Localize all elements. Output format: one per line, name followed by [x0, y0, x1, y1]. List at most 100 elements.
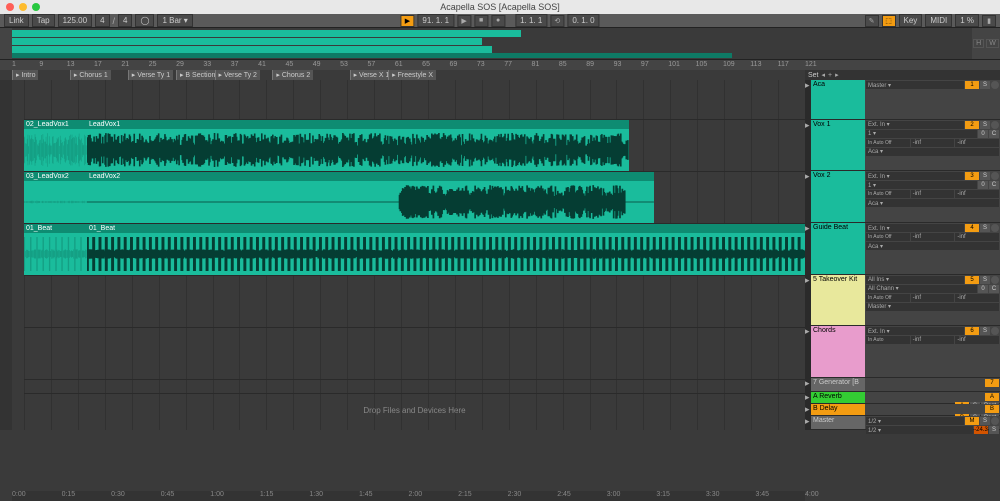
track-header[interactable]: ▸AcaMaster ▾1S [805, 80, 1000, 120]
track-header[interactable]: ▸ChordsExt. In ▾6SIn Auto-inf-inf [805, 326, 1000, 378]
mute-button[interactable]: 0 [978, 285, 988, 293]
track-name[interactable]: Vox 1 [811, 120, 865, 171]
track-header[interactable]: ▸A ReverbAASPost [805, 392, 1000, 404]
solo-button[interactable]: S [980, 172, 990, 180]
locator-marker[interactable]: ▸ Chorus 2 [272, 70, 313, 80]
track-name[interactable]: Vox 2 [811, 171, 865, 222]
track-number[interactable]: 5 [965, 276, 979, 284]
follow-button[interactable]: ▶ [400, 15, 414, 27]
bar-ruler[interactable]: 1913172125293337414549535761656973778185… [0, 60, 1000, 70]
monitor-toggle[interactable]: In Auto Off [866, 190, 910, 198]
arm-button[interactable] [991, 172, 999, 180]
channel-dropdown[interactable]: 1 ▾ [866, 181, 977, 189]
monitor-toggle[interactable]: In Auto Off [866, 294, 910, 302]
draw-mode-button[interactable]: ✎ [865, 15, 879, 27]
routing-dropdown[interactable]: Ext. In ▾ [866, 172, 964, 180]
solo-button[interactable]: S [980, 417, 990, 425]
locator-marker[interactable]: ▸ Freestyle X [388, 70, 436, 80]
locator-marker[interactable]: ▸ B Section [176, 70, 218, 80]
channel-dropdown[interactable]: All Chann ▾ [866, 285, 977, 293]
routing-dropdown[interactable]: Ext. In ▾ [866, 327, 964, 335]
position-field[interactable]: 91. 1. 1 [417, 14, 454, 27]
track-name[interactable]: Aca [811, 80, 865, 119]
locator-marker[interactable]: ▸ Intro [12, 70, 38, 80]
h-tab[interactable]: H [973, 39, 984, 48]
channel-dropdown[interactable]: 1 ▾ [866, 130, 977, 138]
tap-button[interactable]: Tap [32, 14, 55, 27]
track-name[interactable]: Guide Beat [811, 223, 865, 274]
track-name[interactable]: Master [811, 416, 865, 429]
arm-button[interactable] [991, 276, 999, 284]
routing-dropdown[interactable]: Ext. In ▾ [866, 224, 964, 232]
play-button[interactable]: ▶ [457, 15, 471, 27]
track-name[interactable]: B Delay [811, 404, 865, 415]
send-dropdown[interactable]: Master ▾ [866, 303, 999, 311]
locator-marker[interactable]: ▸ Chorus 1 [70, 70, 111, 80]
dropzone[interactable]: Drop Files and Devices Here [24, 400, 805, 420]
locator-marker[interactable]: ▸ Verse Ty 1 [128, 70, 173, 80]
track-header[interactable]: ▸7 Generator [B7 [805, 378, 1000, 392]
overview-toggle[interactable] [0, 28, 12, 59]
routing-dropdown[interactable]: Master ▾ [866, 81, 964, 89]
w-tab[interactable]: W [986, 39, 999, 48]
key-button[interactable]: Key [899, 14, 923, 27]
locator-marker[interactable]: ▸ Verse Ty 2 [215, 70, 260, 80]
monitor-toggle[interactable]: In Auto [866, 336, 910, 344]
minimize-icon[interactable] [19, 3, 27, 11]
close-icon[interactable] [6, 3, 14, 11]
track-name[interactable]: Chords [811, 326, 865, 377]
track-header[interactable]: ▸Vox 1Ext. In ▾2S1 ▾0CIn Auto Off-inf-in… [805, 120, 1000, 172]
track-header[interactable]: ▸Guide BeatExt. In ▾4SIn Auto Off-inf-in… [805, 223, 1000, 275]
stop-button[interactable]: ■ [474, 15, 488, 27]
track-header[interactable]: ▸5 Takeover KitAll Ins ▾5SAll Chann ▾0CI… [805, 275, 1000, 327]
track-name[interactable]: 7 Generator [B [811, 378, 865, 391]
arm-button[interactable] [991, 224, 999, 232]
set-prev-icon[interactable]: ◂ [822, 71, 826, 79]
track-number[interactable]: A [985, 393, 999, 401]
locator-marker[interactable]: ▸ Verse X 1 [350, 70, 393, 80]
record-button[interactable]: ● [491, 15, 505, 27]
loop-length-field[interactable]: 0. 1. 0 [567, 14, 599, 27]
routing-dropdown[interactable]: 1/2 ▾ [866, 417, 964, 425]
bpm-field[interactable]: 125.00 [58, 14, 92, 27]
time-sig-num[interactable]: 4 [95, 14, 109, 27]
solo-button[interactable]: S [980, 224, 990, 232]
routing-dropdown[interactable]: Ext. In ▾ [866, 121, 964, 129]
locator-lane[interactable]: ▸ Intro ▸ Chorus 1 ▸ Verse Ty 1▸ B Section… [0, 70, 1000, 80]
link-button[interactable]: Link [4, 14, 29, 27]
send-dropdown[interactable]: Aca ▾ [866, 242, 999, 250]
midi-button[interactable]: MIDI [925, 14, 952, 27]
solo-button[interactable]: S [980, 276, 990, 284]
time-ruler[interactable]: 0:000:150:300:451:001:151:301:452:002:15… [12, 491, 805, 501]
track-header[interactable]: ▸Master1/2 ▾MS1/2 ▾-24.3S [805, 416, 1000, 430]
overview[interactable]: H W [0, 28, 1000, 60]
monitor-toggle[interactable]: In Auto Off [866, 139, 910, 147]
set-next-icon[interactable]: ▸ [835, 71, 839, 79]
time-sig-den[interactable]: 4 [118, 14, 132, 27]
track-name[interactable]: 5 Takeover Kit [811, 275, 865, 326]
track-header[interactable]: ▸B DelayBBSPost [805, 404, 1000, 416]
solo-button[interactable]: S [980, 81, 990, 89]
automation-button[interactable]: ⬚ [882, 15, 896, 27]
solo-button[interactable]: S [980, 327, 990, 335]
solo-button[interactable]: S [980, 121, 990, 129]
mute-button[interactable]: 0 [978, 130, 988, 138]
track-number[interactable]: B [985, 405, 999, 413]
track-number[interactable]: 6 [965, 327, 979, 335]
track-number[interactable]: 2 [965, 121, 979, 129]
track-number[interactable]: 4 [965, 224, 979, 232]
mute-button[interactable]: 0 [978, 181, 988, 189]
track-header[interactable]: ▸Vox 2Ext. In ▾3S1 ▾0CIn Auto Off-inf-in… [805, 171, 1000, 223]
loop-start-field[interactable]: 1. 1. 1 [515, 14, 547, 27]
track-number[interactable]: 1 [965, 81, 979, 89]
routing-dropdown[interactable]: All Ins ▾ [866, 276, 964, 284]
maximize-icon[interactable] [32, 3, 40, 11]
track-number[interactable]: 3 [965, 172, 979, 180]
track-name[interactable]: A Reverb [811, 392, 865, 403]
set-add-icon[interactable]: + [828, 72, 832, 79]
arm-button[interactable] [991, 327, 999, 335]
monitor-toggle[interactable]: In Auto Off [866, 233, 910, 241]
tracks-area[interactable]: Drop Files and Devices Here 02_LeadVox1L… [24, 80, 805, 430]
send-dropdown[interactable]: Aca ▾ [866, 148, 999, 156]
track-number[interactable]: M [965, 417, 979, 425]
